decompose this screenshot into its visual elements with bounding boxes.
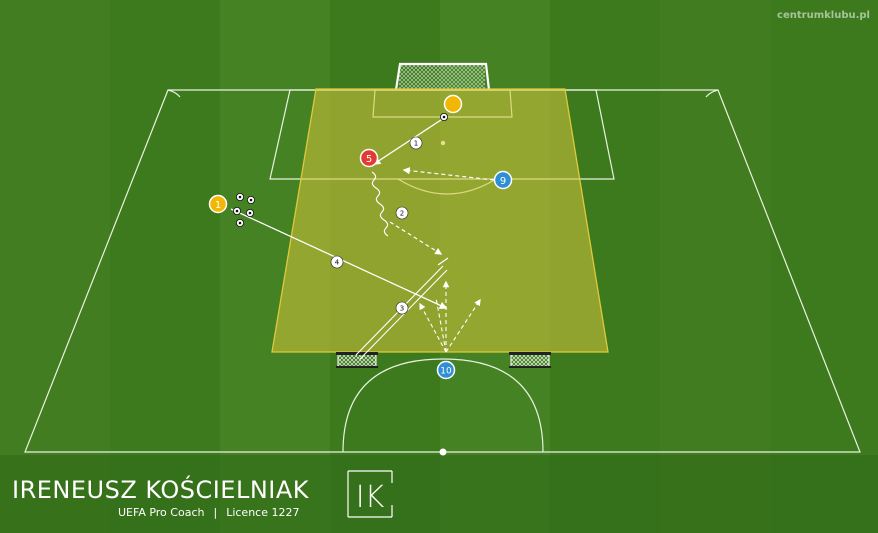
ball-icon (439, 112, 449, 122)
sequence-marker-4: 4 (330, 255, 344, 269)
svg-text:4: 4 (335, 259, 340, 267)
pitch: 1 2 3 4 1 5 9 10 (0, 0, 878, 533)
player-red-5: 5 (359, 148, 379, 168)
ball-icon (245, 208, 255, 218)
sequence-marker-1: 1 (409, 136, 423, 150)
player-yellow-1: 1 (208, 194, 228, 214)
coach-credentials: UEFA Pro Coach | Licence 1227 (118, 506, 300, 519)
sequence-marker-2: 2 (395, 206, 409, 220)
drill-diagram: 1 2 3 4 1 5 9 10 centrumklubu.pl IRENEUS… (0, 0, 878, 533)
coach-name: IRENEUSZ KOŚCIELNIAK (12, 476, 310, 504)
player-blue-10: 10 (436, 360, 456, 380)
center-spot (439, 448, 447, 456)
ball-icon (235, 192, 245, 202)
coach-licence: Licence 1227 (226, 506, 300, 519)
ball-icon (235, 218, 245, 228)
ball-icon (232, 206, 242, 216)
svg-text:10: 10 (440, 367, 452, 377)
goal-icon (394, 62, 491, 91)
player-blue-9: 9 (493, 170, 513, 190)
training-zone (271, 88, 609, 353)
svg-text:5: 5 (366, 154, 372, 165)
svg-text:9: 9 (500, 176, 506, 187)
svg-text:3: 3 (400, 305, 404, 313)
logo-text: IK (356, 480, 385, 515)
svg-text:1: 1 (414, 140, 418, 148)
sequence-marker-3: 3 (395, 301, 409, 315)
watermark: centrumklubu.pl (777, 10, 870, 21)
ball-icon (246, 195, 256, 205)
coach-role: UEFA Pro Coach (118, 506, 205, 519)
svg-text:2: 2 (400, 210, 404, 218)
mini-goal-icon (509, 352, 551, 368)
logo-icon: IK (347, 470, 393, 518)
svg-text:1: 1 (215, 200, 221, 211)
player-goalkeeper-yellow (443, 94, 463, 114)
